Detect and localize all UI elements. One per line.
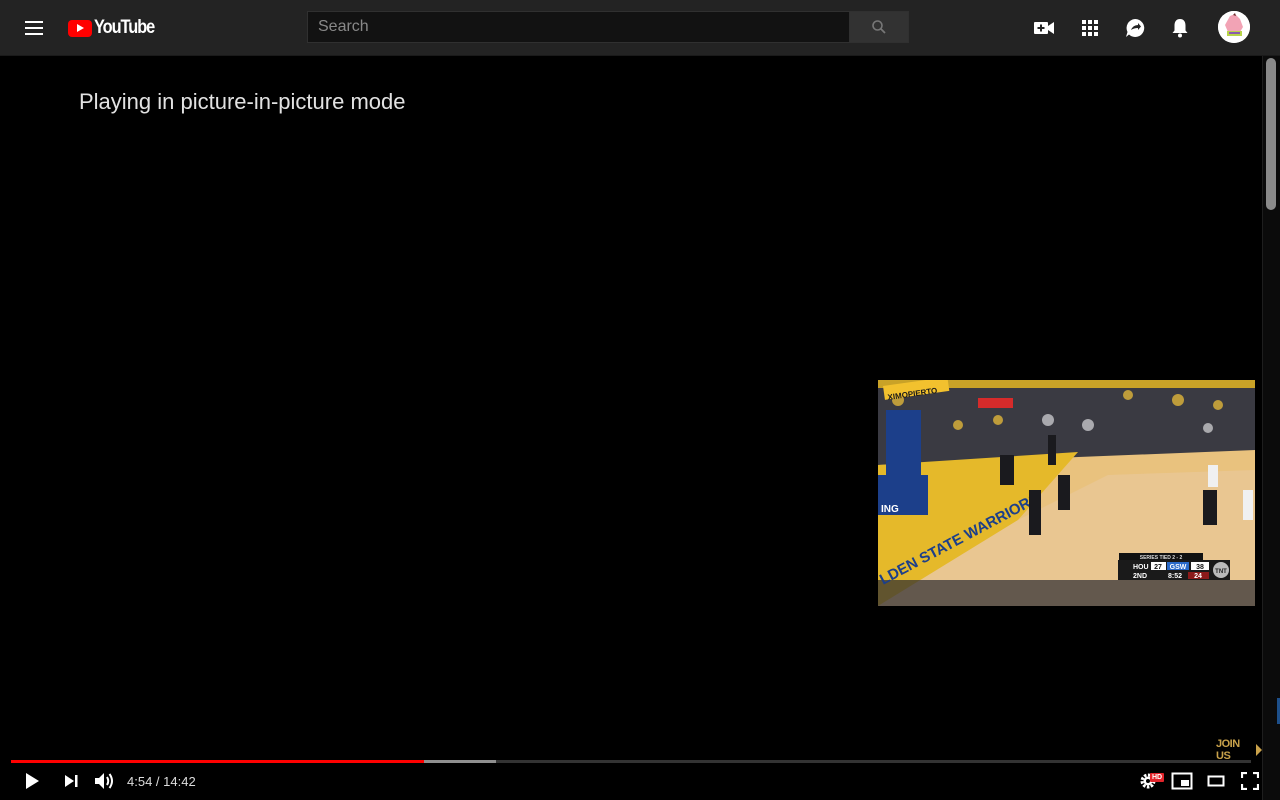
- logo-text: YouTube: [94, 17, 155, 38]
- theater-mode-icon: [1207, 775, 1225, 787]
- avatar-image: [1218, 11, 1250, 43]
- youtube-logo[interactable]: YouTube: [68, 17, 164, 39]
- theater-mode-button[interactable]: [1204, 769, 1228, 793]
- volume-icon: [95, 773, 113, 789]
- svg-text:ING: ING: [881, 504, 899, 515]
- pip-video-frame: ING XIMOPIERTO LDEN STATE WARRIORS SERIE…: [878, 380, 1255, 606]
- apps-grid-icon: [1082, 20, 1098, 36]
- messages-icon: [1126, 18, 1145, 37]
- menu-button[interactable]: [22, 16, 46, 40]
- video-player[interactable]: Playing in picture-in-picture mode ING X…: [0, 57, 1262, 800]
- search-input[interactable]: [307, 11, 849, 43]
- menu-icon: [25, 21, 43, 23]
- search-button[interactable]: [849, 11, 909, 43]
- volume-button[interactable]: [92, 769, 118, 793]
- svg-text:27: 27: [1154, 564, 1162, 571]
- svg-text:2ND: 2ND: [1133, 573, 1147, 580]
- next-icon: [65, 775, 78, 787]
- svg-text:24: 24: [1194, 573, 1202, 580]
- picture-in-picture-window[interactable]: ING XIMOPIERTO LDEN STATE WARRIORS SERIE…: [878, 380, 1255, 606]
- page-scrollbar[interactable]: [1262, 56, 1280, 800]
- play-button[interactable]: [20, 769, 44, 793]
- play-icon: [26, 773, 39, 789]
- svg-text:38: 38: [1196, 564, 1204, 571]
- apps-button[interactable]: [1078, 16, 1102, 40]
- svg-text:GSW: GSW: [1170, 564, 1187, 571]
- miniplayer-button[interactable]: [1170, 769, 1194, 793]
- progress-played: [11, 760, 425, 763]
- avatar[interactable]: [1218, 11, 1250, 43]
- fullscreen-icon: [1241, 772, 1259, 790]
- svg-text:TNT: TNT: [1215, 569, 1227, 575]
- join-us-button[interactable]: JOIN US: [1216, 738, 1262, 762]
- next-button[interactable]: [59, 769, 83, 793]
- youtube-play-icon: [68, 19, 92, 37]
- svg-text:8:52: 8:52: [1168, 573, 1182, 580]
- masthead: YouTube: [0, 0, 1280, 56]
- create-video-icon: [1034, 22, 1054, 34]
- create-video-button[interactable]: [1032, 16, 1056, 40]
- miniplayer-icon: [1171, 772, 1193, 790]
- fullscreen-button[interactable]: [1238, 769, 1262, 793]
- notifications-button[interactable]: [1168, 16, 1192, 40]
- messages-button[interactable]: [1123, 16, 1147, 40]
- search-icon: [872, 20, 886, 34]
- time-display: 4:54 / 14:42: [127, 774, 196, 789]
- pip-message: Playing in picture-in-picture mode: [79, 89, 406, 114]
- search-bar: [307, 11, 909, 43]
- progress-bar[interactable]: [11, 760, 1251, 763]
- svg-text:HOU: HOU: [1133, 564, 1149, 571]
- hd-badge: HD: [1150, 773, 1165, 782]
- scrollbar-thumb[interactable]: [1266, 58, 1276, 210]
- notifications-bell-icon: [1172, 19, 1188, 38]
